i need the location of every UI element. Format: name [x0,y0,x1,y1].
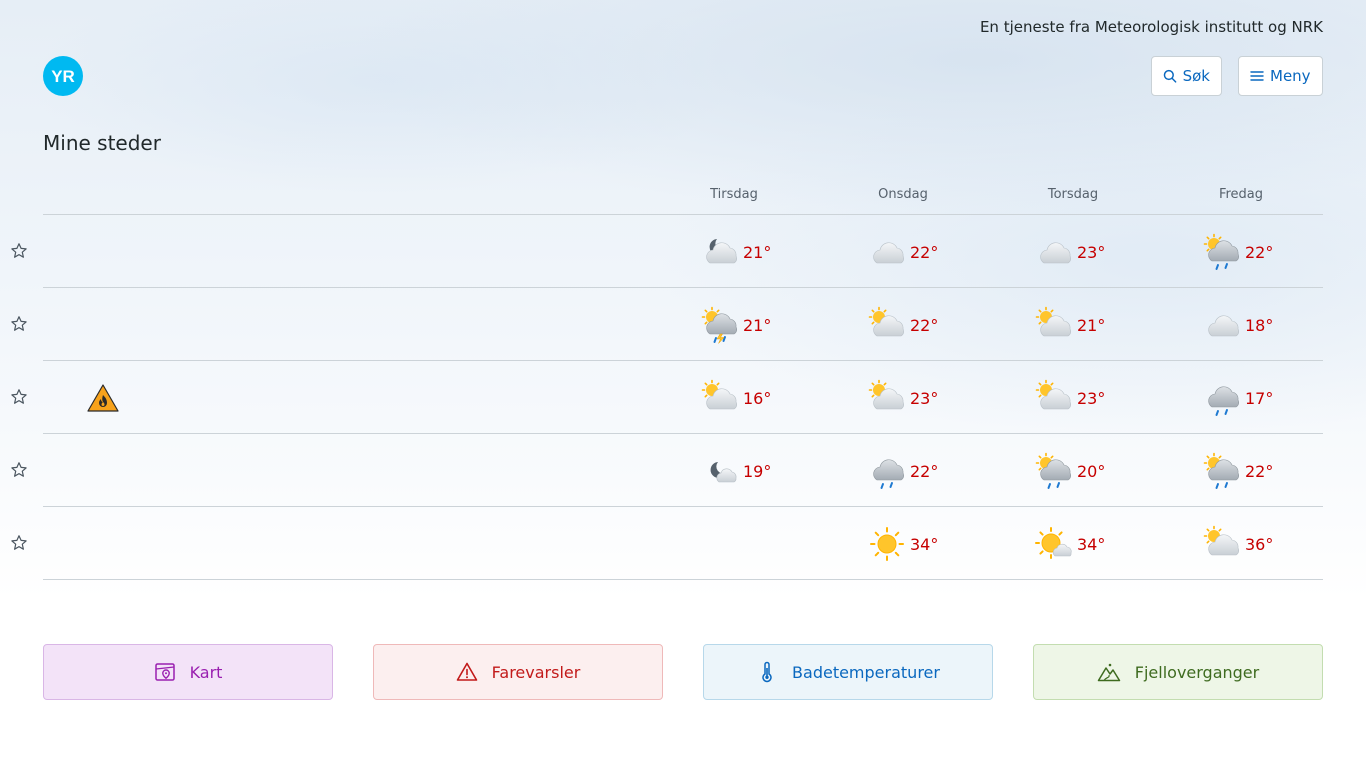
temperature-value: 20° [1077,461,1106,481]
day-header-tuesday: Tirsdag [710,187,758,202]
map-link-button[interactable]: Kart [43,644,333,700]
location-row[interactable]: 16° 23° 23° 17° [11,361,1323,434]
mountain-pass-link-label: Fjelloverganger [1134,662,1260,682]
temperature-value: 23° [1077,242,1106,262]
forecast-cell: 34° [868,524,988,564]
water-temperature-link-label: Badetemperaturer [792,662,940,682]
day-header-wednesday: Onsdag [878,187,928,202]
forecast-cell: 23° [1035,378,1155,418]
warnings-link-button[interactable]: Farevarsler [373,644,663,700]
forecast-cell: 18° [1203,305,1323,345]
rain-icon [1208,386,1240,416]
location-row[interactable]: 21° 22° 21° 18° [11,288,1323,361]
favorite-star-icon[interactable] [10,534,28,552]
forecast-cell: 23° [868,378,988,418]
hamburger-icon [1250,71,1264,81]
menu-button-label: Meny [1270,67,1311,85]
forecast-cell: 22° [1203,451,1323,491]
forecast-cell: 21° [1035,305,1155,345]
warning-triangle-icon [456,662,477,681]
temperature-value: 22° [910,461,939,481]
svg-text:YR: YR [51,67,75,86]
partly-cloudy-day-icon [1203,525,1240,556]
rain-thunder-icon [701,306,738,344]
forecast-cell: 22° [1203,232,1323,272]
favorite-star-icon[interactable] [10,242,28,260]
partly-cloudy-rain-icon [1203,233,1240,270]
partly-cloudy-day-icon [1035,306,1072,337]
partly-cloudy-day-icon [868,379,905,410]
cloudy-icon [873,242,905,264]
partly-cloudy-rain-icon [1035,452,1072,489]
forecast-cell: 36° [1203,524,1323,564]
temperature-value: 18° [1245,315,1274,335]
temperature-value: 19° [743,461,772,481]
temperature-value: 16° [743,388,772,408]
partly-cloudy-rain-icon [1203,452,1240,489]
map-icon [154,663,175,681]
search-icon [1163,69,1177,83]
cloudy-icon [1208,315,1240,337]
temperature-value: 21° [1077,315,1106,335]
forecast-cell: 21° [701,305,821,345]
forecast-cell: 21° [701,232,821,272]
forecast-cell: 34° [1035,524,1155,564]
forecast-cell [701,524,821,564]
forecast-cell: 22° [868,451,988,491]
clear-sky-icon [870,527,904,561]
locations-table: 21° 22° 23° 22° 21° 22° 21° 18° 16° 23° 23° 17° 19° 2… [11,214,1323,580]
forecast-cell: 17° [1203,378,1323,418]
temperature-value: 22° [910,315,939,335]
temperature-value: 34° [910,534,939,554]
forecast-cell: 22° [868,232,988,272]
temperature-value: 23° [910,388,939,408]
temperature-value: 17° [1245,388,1274,408]
fair-night-icon [710,462,737,483]
mountain-pass-icon [1097,663,1121,682]
forecast-cell: 23° [1035,232,1155,272]
favorite-star-icon[interactable] [10,388,28,406]
menu-button[interactable]: Meny [1238,56,1323,96]
fair-day-icon [1035,527,1072,559]
yr-logo-icon: YR [51,67,75,86]
location-row[interactable]: 19° 22° 20° 22° [11,434,1323,507]
location-row[interactable]: 21° 22° 23° 22° [11,215,1323,288]
rain-icon [873,459,905,489]
forecast-cell: 16° [701,378,821,418]
water-temperature-link-button[interactable]: Badetemperaturer [703,644,993,700]
forest-fire-warning-icon[interactable] [87,383,119,413]
partly-cloudy-night-icon [706,239,738,264]
temperature-value: 36° [1245,534,1274,554]
location-row[interactable]: 34° 34° 36° [11,507,1323,580]
temperature-value: 21° [743,242,772,262]
partly-cloudy-day-icon [701,379,738,410]
favorite-star-icon[interactable] [10,461,28,479]
forecast-cell: 22° [868,305,988,345]
temperature-value: 22° [1245,461,1274,481]
partly-cloudy-day-icon [868,306,905,337]
thermometer-icon [762,661,772,683]
yr-logo[interactable]: YR [43,56,83,96]
tagline: En tjeneste fra Meteorologisk institutt … [979,18,1323,36]
warnings-link-label: Farevarsler [491,662,581,682]
temperature-value: 22° [1245,242,1274,262]
search-button[interactable]: Søk [1151,56,1222,96]
day-header-thursday: Torsdag [1047,187,1099,202]
day-header-friday: Fredag [1218,187,1264,202]
cloudy-icon [1040,242,1072,264]
mountain-pass-link-button[interactable]: Fjelloverganger [1033,644,1323,700]
temperature-value: 21° [743,315,772,335]
favorite-star-icon[interactable] [10,315,28,333]
forecast-cell: 19° [701,451,821,491]
forecast-cell: 20° [1035,451,1155,491]
temperature-value: 23° [1077,388,1106,408]
partly-cloudy-day-icon [1035,379,1072,410]
search-button-label: Søk [1182,67,1210,85]
temperature-value: 34° [1077,534,1106,554]
temperature-value: 22° [910,242,939,262]
page-title: Mine steder [43,131,161,155]
map-link-label: Kart [189,662,223,682]
